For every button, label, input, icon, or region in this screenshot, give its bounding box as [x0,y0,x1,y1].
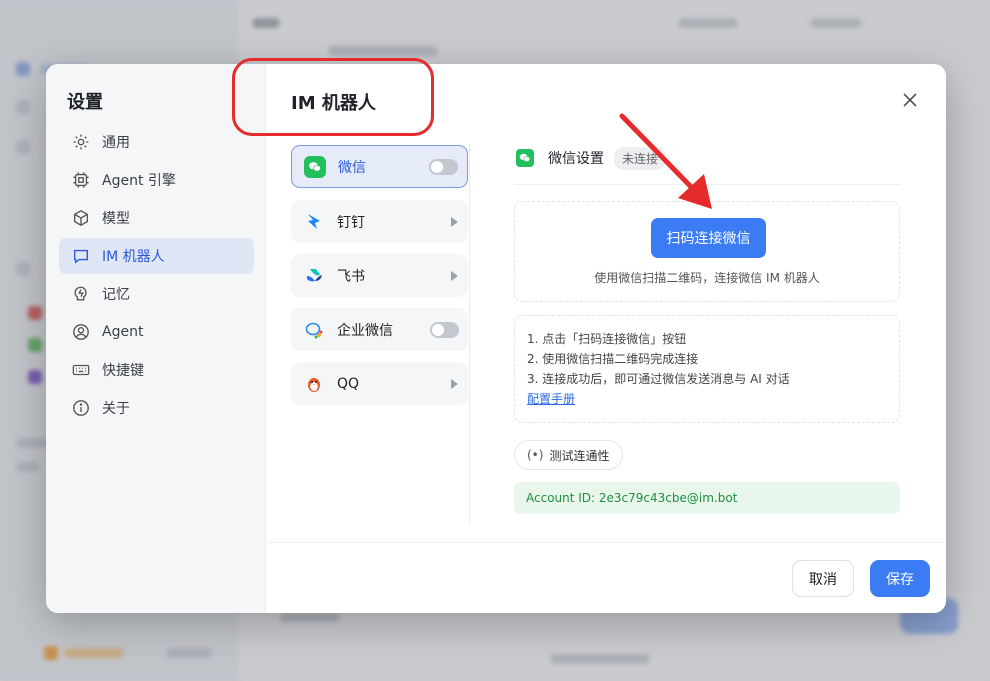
platform-label: 微信 [338,159,366,176]
chevron-right-icon [451,216,458,227]
cpu-chip-icon [72,171,90,189]
chat-bubble-icon [72,247,90,265]
dingtalk-icon [303,211,325,233]
platform-item-wecom[interactable]: 企业微信 [291,308,468,351]
page-title: IM 机器人 [291,93,376,114]
close-icon [903,93,917,107]
nav-item-agent-engine[interactable]: Agent 引擎 [59,162,254,198]
platform-item-wechat[interactable]: 微信 [291,145,468,188]
nav-item-label: 快捷键 [102,363,144,379]
broadcast-icon: (•) [527,448,544,462]
status-badge: 未连接 [614,146,667,170]
nav-item-label: Agent 引擎 [102,173,176,189]
user-icon [72,323,90,341]
settings-title: 设置 [67,92,103,113]
memory-icon [72,285,90,303]
panel-title: 微信设置 [548,151,604,167]
instruction-step: 3. 连接成功后，即可通过微信发送消息与 AI 对话 [527,372,790,386]
dialog-footer: 取消 保存 [267,542,946,613]
wecom-icon [303,319,325,341]
nav-item-im-bot[interactable]: IM 机器人 [59,238,254,274]
settings-content: IM 机器人 微信 钉钉 飞书 企业微信 QQ 微信设置 未连接 扫码连接微信 … [267,64,946,613]
save-button[interactable]: 保存 [870,560,930,597]
wechat-icon [516,149,534,167]
panel-header: 微信设置 未连接 [514,144,900,172]
platform-label: 飞书 [337,268,365,285]
scan-connect-box: 扫码连接微信 使用微信扫描二维码，连接微信 IM 机器人 [514,201,900,302]
platform-label: QQ [337,375,360,392]
chevron-right-icon [451,270,458,281]
nav-item-general[interactable]: 通用 [59,124,254,160]
gear-icon [72,133,90,151]
wecom-toggle[interactable] [430,321,459,338]
account-id: Account ID: 2e3c79c43cbe@im.bot [514,482,900,514]
nav-item-label: 关于 [102,401,130,417]
nav-item-memory[interactable]: 记忆 [59,276,254,312]
nav-item-label: IM 机器人 [102,249,165,265]
instruction-step: 2. 使用微信扫描二维码完成连接 [527,352,699,366]
platform-item-qq[interactable]: QQ [291,362,468,405]
test-button-label: 测试连通性 [549,448,610,463]
cube-icon [72,209,90,227]
keyboard-icon [72,361,90,379]
platform-item-dingtalk[interactable]: 钉钉 [291,200,468,243]
config-manual-link[interactable]: 配置手册 [527,392,575,406]
wechat-icon [304,155,326,178]
feishu-icon [303,265,325,287]
instruction-step: 1. 点击「扫码连接微信」按钮 [527,332,687,346]
chevron-right-icon [451,378,458,389]
cancel-button[interactable]: 取消 [792,560,854,597]
platform-label: 企业微信 [337,322,393,339]
info-icon [72,399,90,417]
nav-item-shortcuts[interactable]: 快捷键 [59,352,254,388]
scan-hint: 使用微信扫描二维码，连接微信 IM 机器人 [594,271,820,285]
nav-item-label: Agent [102,324,144,340]
test-connectivity-button[interactable]: (•) 测试连通性 [514,440,624,470]
platform-item-feishu[interactable]: 飞书 [291,254,468,297]
nav-item-model[interactable]: 模型 [59,200,254,236]
divider [514,184,900,185]
scan-connect-wechat-button[interactable]: 扫码连接微信 [651,218,766,258]
nav-item-label: 模型 [102,211,130,227]
qq-penguin-icon [303,373,325,395]
wechat-settings-panel: 微信设置 未连接 扫码连接微信 使用微信扫描二维码，连接微信 IM 机器人 1.… [514,144,900,514]
settings-dialog: 设置 通用 Agent 引擎 模型 IM 机器人 记忆 Agent 快捷键 关于… [46,64,946,613]
nav-item-about[interactable]: 关于 [59,390,254,426]
close-button[interactable] [900,90,920,110]
platform-label: 钉钉 [337,214,365,231]
nav-item-label: 记忆 [102,287,130,303]
nav-item-agent[interactable]: Agent [59,314,254,350]
nav-item-label: 通用 [102,135,130,151]
settings-nav-list: 通用 Agent 引擎 模型 IM 机器人 记忆 Agent 快捷键 关于 [59,124,254,428]
instructions-box: 1. 点击「扫码连接微信」按钮 2. 使用微信扫描二维码完成连接 3. 连接成功… [514,315,900,423]
settings-nav: 设置 通用 Agent 引擎 模型 IM 机器人 记忆 Agent 快捷键 关于 [46,64,266,613]
platform-list: 微信 钉钉 飞书 企业微信 QQ [289,144,470,524]
wechat-toggle[interactable] [429,158,458,175]
